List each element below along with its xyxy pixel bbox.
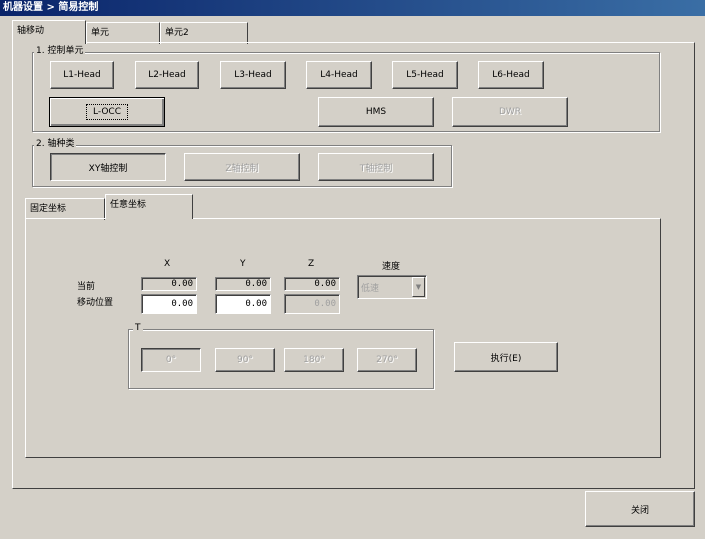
chevron-down-icon[interactable]: ▼ [412, 277, 425, 297]
l3-head-label: L3-Head [234, 70, 272, 80]
l2-head-label: L2-Head [148, 70, 186, 80]
l5-head-label: L5-Head [406, 70, 444, 80]
close-button[interactable]: 关闭 [585, 491, 695, 527]
speed-select-value: 低速 [361, 284, 380, 294]
l2-head-button[interactable]: L2-Head [135, 61, 199, 89]
control-unit-legend: 1. 控制单元 [34, 46, 86, 57]
l4-head-label: L4-Head [320, 70, 358, 80]
angle-90-button[interactable]: 90° [215, 348, 275, 372]
l4-head-button[interactable]: L4-Head [306, 61, 372, 89]
l3-head-button[interactable]: L3-Head [220, 61, 286, 89]
execute-label: 执行(E) [490, 353, 522, 364]
speed-select[interactable]: 低速 ▼ [357, 275, 427, 299]
l5-head-button[interactable]: L5-Head [392, 61, 458, 89]
hms-button[interactable]: HMS [318, 97, 434, 127]
xy-axis-button[interactable]: XY轴控制 [50, 153, 166, 181]
angle-270-label: 270° [376, 355, 398, 365]
angle-0-button[interactable]: 0° [141, 348, 201, 372]
move-position-row-label: 移动位置 [77, 298, 114, 308]
move-y-input[interactable]: 0.00 [215, 294, 271, 314]
move-x-input[interactable]: 0.00 [141, 294, 197, 314]
x-column-header: X [164, 259, 171, 269]
execute-button[interactable]: 执行(E) [454, 342, 558, 372]
l1-head-button[interactable]: L1-Head [50, 61, 114, 89]
current-x-field: 0.00 [141, 277, 197, 291]
window-title: 机器设置 > 简易控制 [0, 0, 705, 16]
angle-270-button[interactable]: 270° [357, 348, 417, 372]
t-axis-label: T轴控制 [359, 163, 393, 174]
close-label: 关闭 [630, 505, 649, 516]
tab-unit2[interactable]: 单元2 [160, 22, 248, 44]
tab-fixed-coords[interactable]: 固定坐标 [25, 198, 105, 220]
current-row-label: 当前 [77, 282, 96, 292]
angle-90-label: 90° [237, 355, 253, 365]
z-column-header: Z [308, 259, 315, 269]
current-z-field: 0.00 [284, 277, 340, 291]
hms-label: HMS [365, 107, 387, 117]
current-y-field: 0.00 [215, 277, 271, 291]
t-axis-button[interactable]: T轴控制 [318, 153, 434, 181]
y-column-header: Y [240, 259, 246, 269]
l-occ-label: L-OCC [85, 104, 129, 120]
dwr-button[interactable]: DWR [452, 97, 568, 127]
tab-arbitrary-coords[interactable]: 任意坐标 [105, 194, 193, 219]
angle-0-label: 0° [165, 355, 177, 365]
z-axis-button[interactable]: Z轴控制 [184, 153, 300, 181]
tab-unit[interactable]: 单元 [86, 22, 160, 44]
tab-axis-move[interactable]: 轴移动 [12, 20, 86, 44]
l-occ-button[interactable]: L-OCC [49, 97, 165, 127]
move-z-input[interactable]: 0.00 [284, 294, 340, 314]
xy-axis-label: XY轴控制 [88, 163, 128, 174]
l6-head-button[interactable]: L6-Head [478, 61, 544, 89]
speed-column-header: 速度 [382, 262, 401, 272]
l6-head-label: L6-Head [492, 70, 530, 80]
angle-180-button[interactable]: 180° [284, 348, 344, 372]
dwr-label: DWR [498, 107, 522, 117]
angle-180-label: 180° [303, 355, 325, 365]
l1-head-label: L1-Head [63, 70, 101, 80]
theta-legend: T [133, 323, 143, 334]
axis-type-legend: 2. 轴种类 [34, 139, 77, 150]
z-axis-label: Z轴控制 [225, 163, 259, 174]
